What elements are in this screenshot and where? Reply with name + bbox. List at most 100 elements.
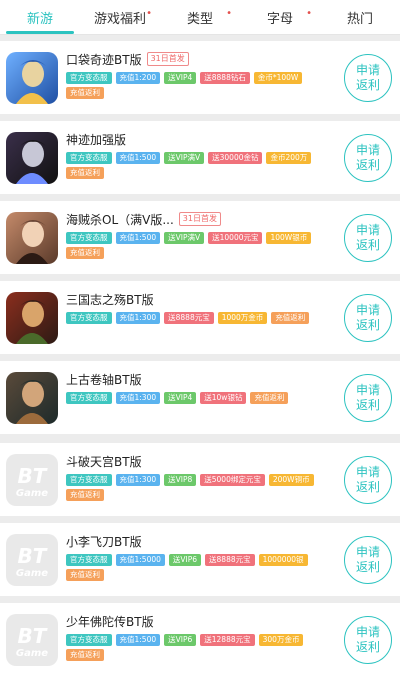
benefit-tag: 官方变态服 xyxy=(66,634,112,646)
benefit-tag: 充值返利 xyxy=(250,392,289,404)
game-title-row: 海贼杀OL（满V版... 31日首发 xyxy=(66,210,221,228)
game-thumbnail xyxy=(6,132,58,184)
benefit-tag: 1000000银 xyxy=(258,554,308,566)
game-title: 海贼杀OL（满V版... xyxy=(66,212,174,227)
benefit-tag: 送10w银钻 xyxy=(200,392,247,404)
benefit-tag: 充值返利 xyxy=(271,312,310,324)
game-title: 三国志之殇BT版 xyxy=(66,292,154,307)
tab-1[interactable]: 游戏福利 • xyxy=(80,0,160,34)
bt-game-logo-icon: BT Game xyxy=(6,534,58,586)
benefit-tag: 送VIP满V xyxy=(164,232,205,244)
tab-3[interactable]: 字母 • xyxy=(240,0,320,34)
svg-text:Game: Game xyxy=(16,488,48,499)
game-title: 小李飞刀BT版 xyxy=(66,534,142,549)
benefit-tag: 送30000金钻 xyxy=(208,152,263,164)
benefit-tag: 送VIP4 xyxy=(164,392,197,404)
benefit-tag: 送VIP8 xyxy=(164,474,197,486)
benefit-tag: 充值1:500 xyxy=(115,232,161,244)
svg-text:Game: Game xyxy=(16,568,48,579)
game-title-row: 神迹加强版 xyxy=(66,130,126,148)
svg-text:BT: BT xyxy=(18,544,48,568)
benefit-tag: 充值1:300 xyxy=(115,392,161,404)
apply-rebate-label: 申请 返利 xyxy=(355,625,380,654)
apply-rebate-button[interactable]: 申请 返利 xyxy=(344,616,392,664)
game-thumbnail xyxy=(6,372,58,424)
game-thumbnail xyxy=(6,52,58,104)
game-title-row: 斗破天宫BT版 xyxy=(66,452,142,470)
benefit-tag: 送5000绑定元宝 xyxy=(200,474,265,486)
apply-rebate-button[interactable]: 申请 返利 xyxy=(344,54,392,102)
benefit-tag: 充值1:300 xyxy=(115,312,161,324)
game-list-item[interactable]: BT Game 小李飞刀BT版 官方变态服 充值1:5000 送VIP6 送8888元宝… xyxy=(0,523,400,596)
tab-label: 游戏福利 xyxy=(93,11,146,27)
benefit-tag: 官方变态服 xyxy=(66,72,112,84)
dropdown-dot-icon: • xyxy=(306,8,312,19)
game-title: 少年佛陀传BT版 xyxy=(66,614,154,629)
tab-4[interactable]: 热门 xyxy=(320,0,400,34)
apply-rebate-label: 申请 返利 xyxy=(355,223,380,252)
game-thumbnail xyxy=(6,212,58,264)
game-title-row: 小李飞刀BT版 xyxy=(66,532,142,550)
tag-list: 官方变态服 充值1:200 送VIP4 送8888钻石 金币*100W 充值返利 xyxy=(66,72,328,99)
benefit-tag: 充值返利 xyxy=(66,87,104,99)
game-title: 上古卷轴BT版 xyxy=(66,372,142,387)
benefit-tag: 充值返利 xyxy=(66,649,104,661)
benefit-tag: 送8888元宝 xyxy=(164,312,214,324)
game-list-item[interactable]: 上古卷轴BT版 官方变态服 充值1:300 送VIP4 送10w银钻 充值返利 申请 返利 xyxy=(0,361,400,434)
apply-rebate-button[interactable]: 申请 返利 xyxy=(344,134,392,182)
game-title-row: 口袋奇迹BT版 31日首发 xyxy=(66,50,189,68)
apply-rebate-label: 申请 返利 xyxy=(355,383,380,412)
benefit-tag: 送12888元宝 xyxy=(200,634,255,646)
apply-rebate-button[interactable]: 申请 返利 xyxy=(344,374,392,422)
apply-rebate-button[interactable]: 申请 返利 xyxy=(344,294,392,342)
benefit-tag: 官方变态服 xyxy=(66,474,112,486)
game-list-item[interactable]: 神迹加强版 官方变态服 充值1:500 送VIP满V 送30000金钻 金币200万 充值返… xyxy=(0,121,400,194)
benefit-tag: 充值返利 xyxy=(66,569,104,581)
benefit-tag: 官方变态服 xyxy=(66,392,112,404)
benefit-tag: 充值返利 xyxy=(66,167,104,179)
benefit-tag: 送8888钻石 xyxy=(200,72,250,84)
release-badge: 31日首发 xyxy=(178,212,221,226)
game-list-item[interactable]: BT Game 斗破天宫BT版官方变态服 充值1:300 送VIP8 送5000绑定元… xyxy=(0,443,400,516)
game-title: 神迹加强版 xyxy=(66,132,127,147)
benefit-tag: 充值返利 xyxy=(66,247,104,259)
benefit-tag: 充值返利 xyxy=(66,489,104,501)
svg-text:Game: Game xyxy=(16,648,48,659)
dropdown-dot-icon: • xyxy=(226,8,232,19)
benefit-tag: 300万金币 xyxy=(258,634,304,646)
game-list-item[interactable]: BT Game 少年佛陀传BT版 官方变态服 充值1:500 送VIP6 送12888元… xyxy=(0,603,400,676)
benefit-tag: 送8888元宝 xyxy=(205,554,255,566)
apply-rebate-label: 申请 返利 xyxy=(355,63,380,92)
apply-rebate-button[interactable]: 申请 返利 xyxy=(344,456,392,504)
apply-rebate-label: 申请 返利 xyxy=(355,545,380,574)
game-list-item[interactable]: 口袋奇迹BT版 31日首发官方变态服 充值1:200 送VIP4 送8888钻石 金币*1… xyxy=(0,41,400,114)
game-list-item[interactable]: 海贼杀OL（满V版... 31日首发 官方变态服 充值1:500 送VIP满V 送1000… xyxy=(0,201,400,274)
benefit-tag: 充值1:5000 xyxy=(115,554,165,566)
tag-list: 官方变态服 充值1:500 送VIP6 送12888元宝 300万金币充值返利 xyxy=(66,634,328,661)
tab-label: 类型 xyxy=(186,11,213,27)
tag-list: 官方变态服 充值1:300 送VIP8 送5000绑定元宝 200W铜币 充值返利 xyxy=(66,474,328,501)
tab-0[interactable]: 新游 xyxy=(0,0,80,34)
apply-rebate-label: 申请 返利 xyxy=(355,465,380,494)
apply-rebate-button[interactable]: 申请 返利 xyxy=(344,536,392,584)
benefit-tag: 送VIP满V xyxy=(164,152,205,164)
tab-label: 新游 xyxy=(26,11,53,27)
benefit-tag: 金币200万 xyxy=(266,152,312,164)
benefit-tag: 1000万金币 xyxy=(217,312,268,324)
apply-rebate-label: 申请 返利 xyxy=(355,303,380,332)
tag-list: 官方变态服 充值1:300 送VIP4 送10w银钻 充值返利 xyxy=(66,392,328,404)
benefit-tag: 充值1:500 xyxy=(115,634,161,646)
benefit-tag: 送VIP6 xyxy=(164,634,197,646)
tag-list: 官方变态服 充值1:500 送VIP满V 送10000元宝 100W银币 充值返利 xyxy=(66,232,328,259)
svg-text:BT: BT xyxy=(18,464,48,488)
game-list-item[interactable]: 三国志之殇BT版 官方变态服 充值1:300 送8888元宝 1000万金币 充值返利 申请… xyxy=(0,281,400,354)
game-title: 口袋奇迹BT版 xyxy=(66,52,142,67)
bt-game-logo-icon: BT Game xyxy=(6,614,58,666)
tab-2[interactable]: 类型 • xyxy=(160,0,240,34)
apply-rebate-button[interactable]: 申请 返利 xyxy=(344,214,392,262)
benefit-tag: 送VIP6 xyxy=(168,554,202,566)
benefit-tag: 官方变态服 xyxy=(66,554,112,566)
benefit-tag: 官方变态服 xyxy=(66,312,112,324)
benefit-tag: 100W银币 xyxy=(266,232,312,244)
game-title: 斗破天宫BT版 xyxy=(66,454,142,469)
